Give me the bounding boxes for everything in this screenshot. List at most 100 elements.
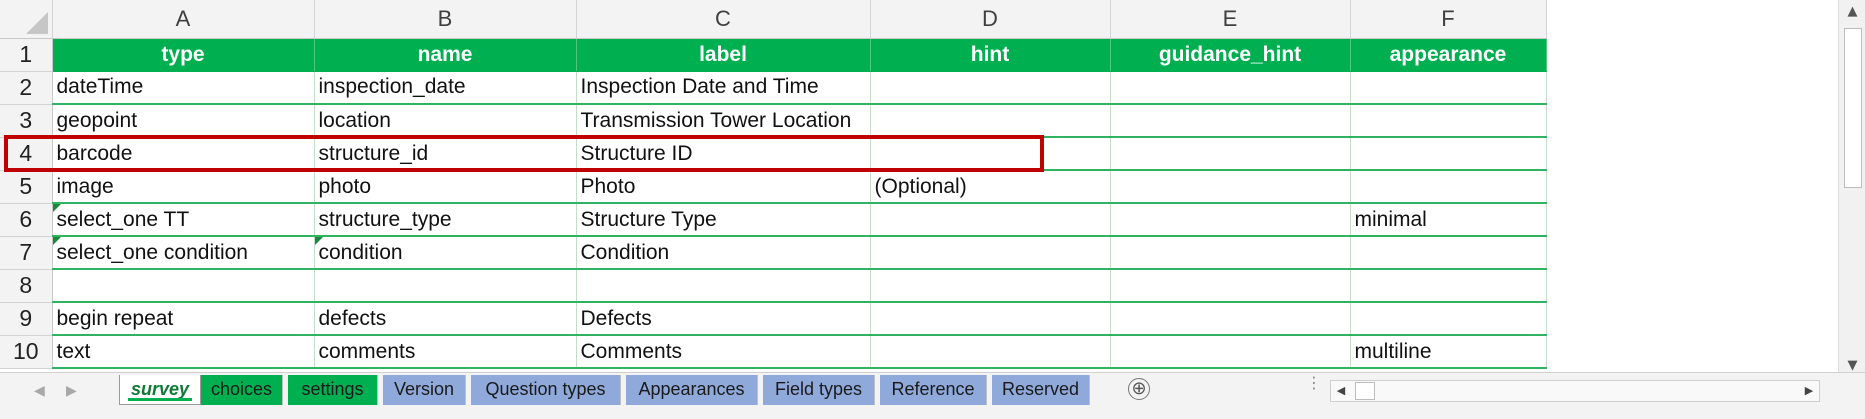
cell-d1[interactable]: hint — [870, 38, 1111, 72]
tab-reference[interactable]: Reference — [880, 375, 987, 405]
scroll-left-icon[interactable]: ◀ — [1331, 381, 1351, 401]
cell-e9[interactable] — [1110, 302, 1351, 336]
row-header-5[interactable]: 5 — [0, 170, 53, 204]
column-header-f[interactable]: F — [1350, 0, 1547, 39]
cell-c4[interactable]: Structure ID — [576, 137, 871, 171]
cell-f1[interactable]: appearance — [1350, 38, 1547, 72]
cell-e10[interactable] — [1110, 335, 1351, 369]
column-header-b[interactable]: B — [314, 0, 577, 39]
tab-appearances[interactable]: Appearances — [626, 375, 758, 405]
cell-f5[interactable] — [1350, 170, 1547, 204]
row-header-10[interactable]: 10 — [0, 335, 53, 369]
column-header-row: A B C D E F — [0, 0, 1547, 39]
cell-f8[interactable] — [1350, 269, 1547, 303]
row-header-4[interactable]: 4 — [0, 137, 53, 171]
cell-d5[interactable]: (Optional) — [870, 170, 1111, 204]
cell-a6[interactable]: select_one TT — [52, 203, 315, 237]
cell-c6[interactable]: Structure Type — [576, 203, 871, 237]
row-header-9[interactable]: 9 — [0, 302, 53, 336]
cell-e7[interactable] — [1110, 236, 1351, 270]
cell-c3[interactable]: Transmission Tower Location — [576, 104, 871, 138]
cell-f6[interactable]: minimal — [1350, 203, 1547, 237]
cell-a10[interactable]: text — [52, 335, 315, 369]
cell-b3[interactable]: location — [314, 104, 577, 138]
cell-b10[interactable]: comments — [314, 335, 577, 369]
cell-d7[interactable] — [870, 236, 1111, 270]
vertical-scrollbar[interactable]: ▲ ▼ — [1838, 0, 1865, 378]
cell-e6[interactable] — [1110, 203, 1351, 237]
tab-prev-icon[interactable]: ◀ — [34, 383, 45, 399]
tab-question-types[interactable]: Question types — [471, 375, 621, 405]
tab-next-icon[interactable]: ▶ — [66, 383, 77, 399]
tab-survey[interactable]: survey — [119, 375, 201, 405]
split-handle-icon[interactable]: ⋮ — [1306, 375, 1322, 391]
scroll-right-icon[interactable]: ▶ — [1799, 381, 1819, 401]
cell-d9[interactable] — [870, 302, 1111, 336]
cell-f2[interactable] — [1350, 71, 1547, 105]
cell-f9[interactable] — [1350, 302, 1547, 336]
cell-b6[interactable]: structure_type — [314, 203, 577, 237]
cell-e1[interactable]: guidance_hint — [1110, 38, 1351, 72]
cell-e8[interactable] — [1110, 269, 1351, 303]
cell-a2[interactable]: dateTime — [52, 71, 315, 105]
cell-c7[interactable]: Condition — [576, 236, 871, 270]
cell-c5[interactable]: Photo — [576, 170, 871, 204]
cell-b8[interactable] — [314, 269, 577, 303]
cell-b2[interactable]: inspection_date — [314, 71, 577, 105]
cell-e4[interactable] — [1110, 137, 1351, 171]
cell-d6[interactable] — [870, 203, 1111, 237]
cell-e5[interactable] — [1110, 170, 1351, 204]
row-header-2[interactable]: 2 — [0, 71, 53, 105]
cell-e3[interactable] — [1110, 104, 1351, 138]
tab-reserved[interactable]: Reserved — [992, 375, 1090, 405]
row-header-1[interactable]: 1 — [0, 38, 53, 72]
cell-c10[interactable]: Comments — [576, 335, 871, 369]
row-header-3[interactable]: 3 — [0, 104, 53, 138]
cell-f4[interactable] — [1350, 137, 1547, 171]
tab-version[interactable]: Version — [383, 375, 466, 405]
cell-d4[interactable] — [870, 137, 1111, 171]
column-header-e[interactable]: E — [1110, 0, 1351, 39]
select-all-icon — [25, 11, 48, 34]
horizontal-scrollbar[interactable]: ◀ ▶ — [1330, 380, 1820, 402]
cell-f3[interactable] — [1350, 104, 1547, 138]
cell-d2[interactable] — [870, 71, 1111, 105]
row-header-6[interactable]: 6 — [0, 203, 53, 237]
horizontal-scroll-thumb[interactable] — [1355, 382, 1375, 400]
column-header-c[interactable]: C — [576, 0, 871, 39]
cell-f10[interactable]: multiline — [1350, 335, 1547, 369]
column-header-d[interactable]: D — [870, 0, 1111, 39]
cell-d3[interactable] — [870, 104, 1111, 138]
select-all-corner[interactable] — [0, 0, 53, 39]
cell-c9[interactable]: Defects — [576, 302, 871, 336]
tab-field-types[interactable]: Field types — [763, 375, 875, 405]
cell-a5[interactable]: image — [52, 170, 315, 204]
tab-settings[interactable]: settings — [288, 375, 378, 405]
table-row: 7 select_one condition condition Conditi… — [0, 236, 1547, 270]
column-header-a[interactable]: A — [52, 0, 315, 39]
cell-d10[interactable] — [870, 335, 1111, 369]
cell-c1[interactable]: label — [576, 38, 871, 72]
cell-d8[interactable] — [870, 269, 1111, 303]
cell-a9[interactable]: begin repeat — [52, 302, 315, 336]
cell-b5[interactable]: photo — [314, 170, 577, 204]
row-header-7[interactable]: 7 — [0, 236, 53, 270]
tab-choices[interactable]: choices — [201, 375, 283, 405]
cell-e2[interactable] — [1110, 71, 1351, 105]
row-header-8[interactable]: 8 — [0, 269, 53, 303]
cell-a1[interactable]: type — [52, 38, 315, 72]
cell-c8[interactable] — [576, 269, 871, 303]
cell-b7[interactable]: condition — [314, 236, 577, 270]
cell-b1[interactable]: name — [314, 38, 577, 72]
cell-a4[interactable]: barcode — [52, 137, 315, 171]
cell-a8[interactable] — [52, 269, 315, 303]
scroll-up-icon[interactable]: ▲ — [1839, 0, 1865, 24]
cell-c2[interactable]: Inspection Date and Time — [576, 71, 871, 105]
cell-b9[interactable]: defects — [314, 302, 577, 336]
add-sheet-icon[interactable]: ⊕ — [1128, 378, 1150, 400]
cell-f7[interactable] — [1350, 236, 1547, 270]
cell-a3[interactable]: geopoint — [52, 104, 315, 138]
vertical-scroll-thumb[interactable] — [1844, 28, 1862, 188]
cell-a7[interactable]: select_one condition — [52, 236, 315, 270]
cell-b4[interactable]: structure_id — [314, 137, 577, 171]
